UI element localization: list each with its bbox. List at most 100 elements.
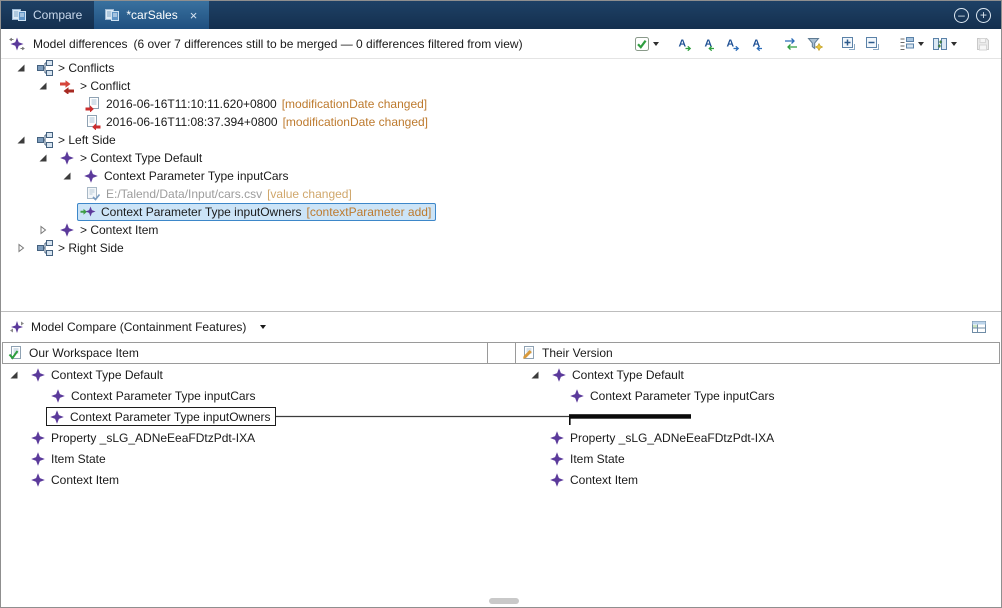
matched-item-box: Context Parameter Type inputOwners (46, 407, 276, 426)
tree-row-input-owners[interactable]: Context Parameter Type inputOwners[conte… (1, 203, 1001, 221)
diamond-icon (59, 150, 75, 166)
twistie-expanded-icon[interactable] (37, 80, 49, 92)
minimize-view-button[interactable]: – (954, 8, 969, 23)
tree-row-label: > Conflicts (58, 61, 114, 75)
diamond-icon (83, 168, 99, 184)
model-differences-title: Model differences (33, 37, 128, 51)
compare-row-context-item[interactable]: Context Item (517, 469, 1000, 490)
tree-row-label: Context Item (570, 473, 638, 487)
collapse-all-icon (865, 36, 881, 52)
diff-annotation: [modificationDate changed] (283, 115, 428, 129)
tree-row-label: Context Parameter Type inputCars (590, 389, 775, 403)
compare-row-context-type-default[interactable]: Context Type Default (2, 364, 487, 385)
twistie-expanded-icon[interactable] (61, 170, 73, 182)
tree-row-label: Context Type Default (572, 368, 684, 382)
diamond-icon (30, 367, 46, 383)
compare-row-input-cars[interactable]: Context Parameter Type inputCars (2, 385, 487, 406)
tree-row-label: Context Type Default (51, 368, 163, 382)
horizontal-scrollbar-thumb[interactable] (489, 598, 519, 604)
twistie-collapsed-icon[interactable] (15, 242, 27, 254)
diff-annotation: [contextParameter add] (307, 205, 432, 219)
tab-compare[interactable]: Compare (1, 1, 94, 29)
tree-row-label: > Right Side (58, 241, 124, 255)
model-compare-header: Model Compare (Containment Features) (1, 312, 1001, 342)
diamond-add-icon (80, 204, 96, 220)
twistie-expanded-icon[interactable] (15, 62, 27, 74)
tree-row-label: > Left Side (58, 133, 116, 147)
compare-filters-menu-button[interactable] (930, 33, 959, 55)
diamond-icon (30, 451, 46, 467)
show-merged-differences-button[interactable] (632, 33, 661, 55)
group-menu-icon (899, 36, 915, 52)
merge-left-button[interactable]: A (699, 33, 719, 55)
compare-row-context-item[interactable]: Context Item (2, 469, 487, 490)
compare-row-property[interactable]: Property _sLG_ADNeEeaFDtzPdt-IXA (2, 427, 487, 448)
diamond-icon (30, 472, 46, 488)
tab-label: Compare (33, 8, 82, 22)
compare-trees-area: Context Type Default Context Parameter Ty… (1, 364, 1001, 496)
maximize-view-button[interactable]: + (976, 8, 991, 23)
save-comparison-button[interactable] (973, 33, 993, 55)
compare-row-context-type-default[interactable]: Context Type Default (517, 364, 1000, 385)
tree-row-left-side[interactable]: > Left Side (1, 131, 1001, 149)
table-view-icon[interactable] (971, 319, 987, 335)
tree-row-cars-csv[interactable]: E:/Talend/Data/Input/cars.csv[value chan… (1, 185, 1001, 203)
collapse-all-button[interactable] (863, 33, 883, 55)
compare-row-input-cars[interactable]: Context Parameter Type inputCars (517, 385, 1000, 406)
right-column-header: Their Version (515, 342, 1000, 364)
expand-all-icon (841, 36, 857, 52)
twistie-expanded-icon[interactable] (15, 134, 27, 146)
diamond-icon (49, 409, 65, 425)
left-column-label: Our Workspace Item (29, 346, 139, 360)
compare-row-item-state[interactable]: Item State (2, 448, 487, 469)
merge-right-button[interactable]: A (675, 33, 695, 55)
compare-row-property[interactable]: Property _sLG_ADNeEeaFDtzPdt-IXA (517, 427, 1000, 448)
tree-row-context-item[interactable]: > Context Item (1, 221, 1001, 239)
tab-close-icon[interactable]: × (190, 9, 198, 22)
model-compare-title: Model Compare (Containment Features) (31, 320, 246, 334)
group-differences-menu-button[interactable] (897, 33, 926, 55)
compare-column-headers: Our Workspace Item Their Version (1, 342, 1001, 364)
twistie-expanded-icon[interactable] (529, 369, 541, 381)
dropdown-arrow-icon[interactable] (951, 42, 957, 46)
diff-annotation: [modificationDate changed] (282, 97, 427, 111)
merge-all-right-button[interactable]: A (723, 33, 743, 55)
diamond-icon (551, 367, 567, 383)
tree-group-icon (37, 132, 53, 148)
left-column-header: Our Workspace Item (2, 342, 488, 364)
tree-row-label: Item State (51, 452, 106, 466)
tree-row-conflicts[interactable]: > Conflicts (1, 59, 1001, 77)
expand-all-button[interactable] (839, 33, 859, 55)
tree-group-icon (37, 60, 53, 76)
tree-row-right-side[interactable]: > Right Side (1, 239, 1001, 257)
differences-summary: (6 over 7 differences still to be merged… (134, 37, 523, 51)
tree-row-label: > Context Item (80, 223, 158, 237)
diamond-icon (30, 430, 46, 446)
tab-carsales[interactable]: *carSales × (94, 1, 209, 29)
compare-row-item-state[interactable]: Item State (517, 448, 1000, 469)
tree-row-conflict[interactable]: > Conflict (1, 77, 1001, 95)
twistie-expanded-icon[interactable] (37, 152, 49, 164)
tree-row-input-cars[interactable]: Context Parameter Type inputCars (1, 167, 1001, 185)
a-merge-left-green-icon: A (701, 36, 717, 52)
our-workspace-tree: Context Type Default Context Parameter Ty… (2, 364, 487, 496)
tree-row-label: 2016-06-16T11:10:11.620+0800 (106, 97, 277, 111)
twistie-expanded-icon[interactable] (8, 369, 20, 381)
apply-all-changes-button[interactable] (781, 33, 801, 55)
merge-all-left-button[interactable]: A (747, 33, 767, 55)
their-version-icon (521, 345, 537, 361)
compare-editor-icon (104, 7, 120, 23)
compare-row-input-owners[interactable]: Context Parameter Type inputOwners (2, 406, 487, 427)
dropdown-arrow-icon[interactable] (653, 42, 659, 46)
filter-differences-button[interactable] (805, 33, 825, 55)
tree-row-modification-date-2[interactable]: 2016-06-16T11:08:37.394+0800[modificatio… (1, 113, 1001, 131)
save-icon (975, 36, 991, 52)
twistie-collapsed-icon[interactable] (37, 224, 49, 236)
tree-row-context-type-default[interactable]: > Context Type Default (1, 149, 1001, 167)
tree-row-modification-date-1[interactable]: 2016-06-16T11:10:11.620+0800 [modificatio… (1, 95, 1001, 113)
dropdown-arrow-icon[interactable] (918, 42, 924, 46)
svg-text:A: A (753, 37, 761, 49)
diamond-icon (569, 388, 585, 404)
view-window-buttons: – + (954, 1, 1001, 29)
compare-header-dropdown-icon[interactable] (260, 325, 266, 329)
